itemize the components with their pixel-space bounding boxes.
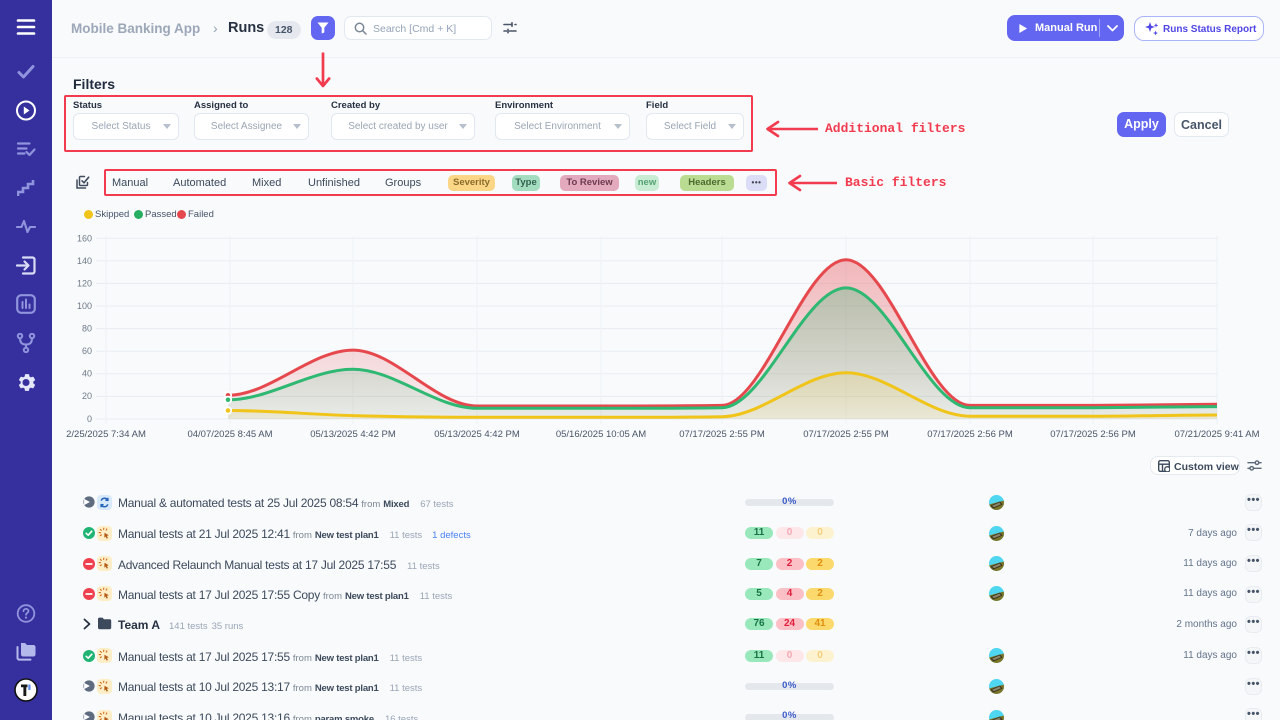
svg-text:140: 140	[77, 256, 92, 266]
svg-text:05/13/2025 4:42 PM: 05/13/2025 4:42 PM	[434, 429, 520, 440]
svg-text:07/21/2025 9:41 AM: 07/21/2025 9:41 AM	[1174, 429, 1259, 440]
svg-text:0: 0	[87, 414, 92, 424]
svg-text:20: 20	[82, 391, 92, 401]
svg-text:160: 160	[77, 234, 92, 244]
svg-text:80: 80	[82, 324, 92, 334]
svg-text:05/13/2025 4:42 PM: 05/13/2025 4:42 PM	[310, 429, 396, 440]
svg-text:40: 40	[82, 369, 92, 379]
svg-text:04/07/2025 8:45 AM: 04/07/2025 8:45 AM	[187, 429, 272, 440]
svg-text:100: 100	[77, 301, 92, 311]
svg-text:2/25/2025 7:34 AM: 2/25/2025 7:34 AM	[66, 429, 146, 440]
svg-text:07/17/2025 2:56 PM: 07/17/2025 2:56 PM	[1050, 429, 1136, 440]
svg-text:05/16/2025 10:05 AM: 05/16/2025 10:05 AM	[556, 429, 646, 440]
svg-text:07/17/2025 2:55 PM: 07/17/2025 2:55 PM	[679, 429, 765, 440]
svg-text:07/17/2025 2:55 PM: 07/17/2025 2:55 PM	[803, 429, 889, 440]
svg-text:07/17/2025 2:56 PM: 07/17/2025 2:56 PM	[927, 429, 1013, 440]
svg-text:120: 120	[77, 279, 92, 289]
svg-text:60: 60	[82, 346, 92, 356]
